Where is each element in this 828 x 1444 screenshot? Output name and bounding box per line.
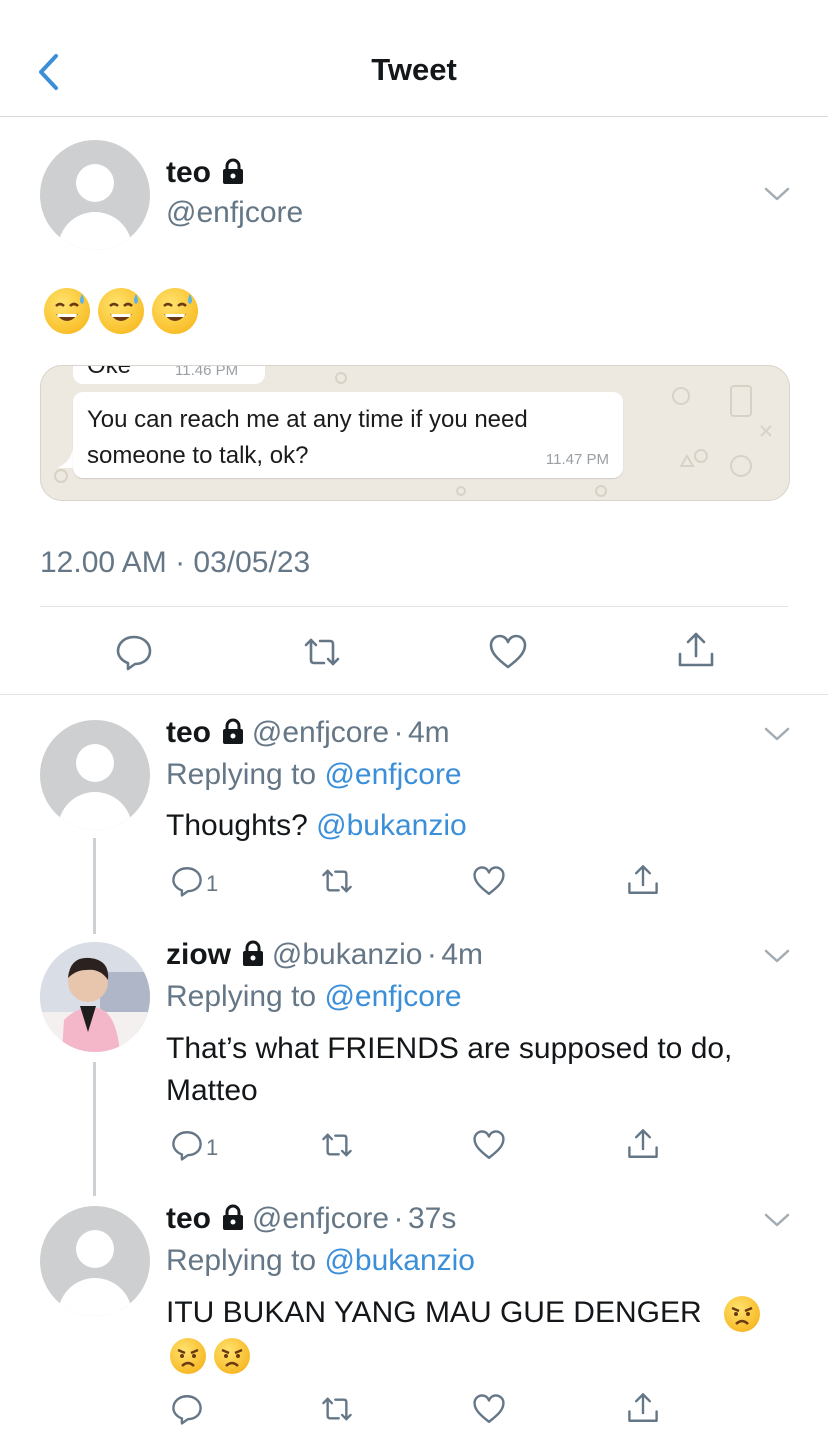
mention-link[interactable]: @bukanzio (316, 809, 467, 842)
separator-dot: · (393, 716, 404, 749)
lock-icon (223, 1204, 244, 1230)
lock-icon (223, 718, 244, 744)
sweat-smile-emoji (152, 288, 198, 334)
avatar[interactable] (40, 140, 150, 250)
replying-to-label: Replying to (166, 1244, 317, 1277)
retweet-icon[interactable] (320, 864, 354, 898)
author-handle[interactable]: @bukanzio (272, 938, 423, 971)
previous-message-bubble: Oke 11.46 PM (73, 365, 265, 384)
page-title: Tweet (371, 52, 457, 87)
reply-text: ITU BUKAN YANG MAU GUE DENGER (166, 1296, 702, 1329)
reply-text: Thoughts? @bukanzio (166, 805, 467, 847)
chevron-down-icon[interactable] (764, 726, 790, 742)
reply-text: That’s what FRIENDS are supposed to do, … (166, 1028, 796, 1112)
reply-count: 1 (206, 871, 219, 896)
previous-message-text: Oke (87, 365, 132, 379)
replying-to-link[interactable]: @enfjcore (324, 980, 461, 1013)
thread-line (93, 1062, 96, 1196)
reply-icon[interactable] (170, 1392, 204, 1426)
tweet-timestamp[interactable]: 12.00 AM · 03/05/23 (40, 546, 310, 580)
reply-header: teo @enfjcore · 4m (166, 716, 450, 750)
replying-to: Replying to @enfjcore (166, 758, 462, 792)
retweet-icon[interactable] (302, 632, 342, 672)
replying-to-link[interactable]: @bukanzio (324, 1244, 475, 1277)
angry-face-emoji (170, 1338, 206, 1374)
reply-text-line: Matteo (166, 1074, 258, 1107)
author-handle[interactable]: @enfjcore (252, 716, 389, 749)
share-icon[interactable] (626, 1391, 660, 1425)
message-time: 11.47 PM (545, 451, 609, 468)
author-name[interactable]: teo (166, 1202, 211, 1235)
reply-icon[interactable] (114, 632, 154, 672)
author-name[interactable]: ziow (166, 938, 231, 971)
like-icon[interactable] (472, 864, 506, 898)
avatar[interactable] (40, 720, 150, 830)
chat-screenshot-image[interactable]: Oke 11.46 PM You can reach me at any tim… (40, 365, 790, 501)
replying-to-link[interactable]: @enfjcore (324, 758, 461, 791)
previous-message-time: 11.46 PM (175, 365, 239, 379)
reply-text-line: That’s what FRIENDS are supposed to do, (166, 1032, 733, 1065)
chevron-down-icon[interactable] (764, 1212, 790, 1228)
divider (0, 694, 828, 695)
author-handle[interactable]: @enfjcore (166, 196, 303, 230)
angry-face-emoji (214, 1338, 250, 1374)
like-icon[interactable] (472, 1392, 506, 1426)
profile-photo (40, 942, 150, 1052)
sweat-smile-emoji (44, 288, 90, 334)
author-handle[interactable]: @enfjcore (252, 1202, 389, 1235)
chevron-down-icon[interactable] (764, 948, 790, 964)
reply-text-content: Thoughts? (166, 809, 308, 842)
replying-to: Replying to @bukanzio (166, 1244, 475, 1278)
retweet-icon[interactable] (320, 1128, 354, 1162)
angry-face-emoji (724, 1296, 760, 1332)
avatar[interactable] (40, 942, 150, 1052)
separator-dot: · (426, 938, 437, 971)
avatar[interactable] (40, 1206, 150, 1316)
author-name[interactable]: teo (166, 716, 211, 749)
reply-icon[interactable] (170, 1128, 204, 1162)
author-name: teo (166, 156, 211, 189)
sweat-smile-emoji (98, 288, 144, 334)
reply-header: ziow @bukanzio · 4m (166, 938, 483, 972)
thread-line (93, 838, 96, 934)
replying-to-label: Replying to (166, 980, 317, 1013)
like-icon[interactable] (472, 1128, 506, 1162)
author-name-row[interactable]: teo (166, 156, 247, 190)
message-bubble: You can reach me at any time if you need… (73, 392, 623, 478)
post-age: 4m (441, 938, 484, 971)
replying-to-label: Replying to (166, 758, 317, 791)
share-icon[interactable] (676, 630, 716, 670)
post-age: 37s (408, 1202, 457, 1235)
share-icon[interactable] (626, 863, 660, 897)
reply-icon[interactable] (170, 864, 204, 898)
reply-header: teo @enfjcore · 37s (166, 1202, 456, 1236)
top-bar: Tweet (0, 0, 828, 117)
message-text: You can reach me at any time if you need… (87, 406, 528, 469)
lock-icon (223, 158, 244, 184)
replying-to: Replying to @enfjcore (166, 980, 462, 1014)
like-icon[interactable] (488, 632, 528, 672)
retweet-icon[interactable] (320, 1392, 354, 1426)
share-icon[interactable] (626, 1127, 660, 1161)
separator-dot: · (393, 1202, 404, 1235)
divider (40, 606, 788, 607)
reply-count: 1 (206, 1135, 219, 1160)
chevron-down-icon[interactable] (764, 186, 790, 202)
lock-icon (243, 940, 264, 966)
post-age: 4m (408, 716, 450, 749)
